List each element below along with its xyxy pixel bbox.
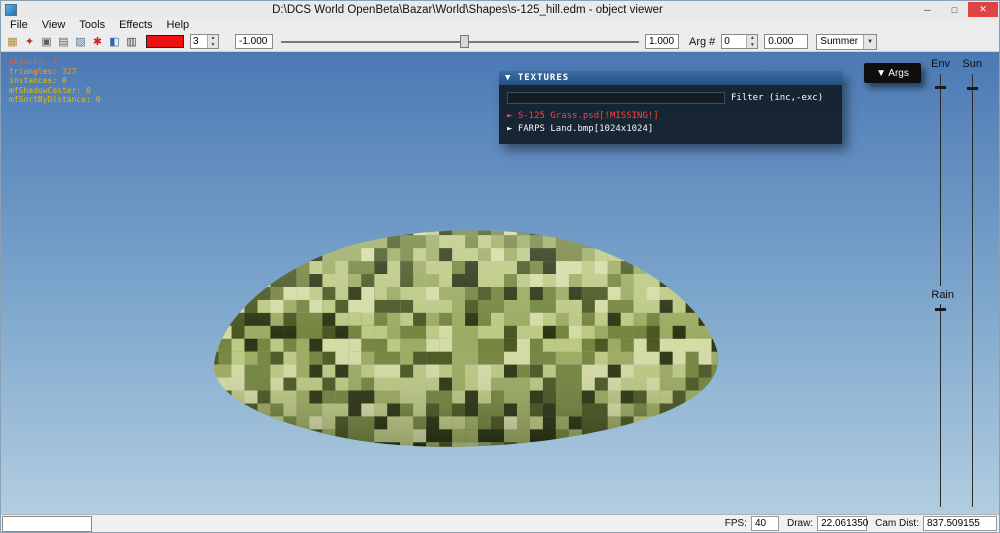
rain-slider-track[interactable] (940, 304, 941, 507)
args-button[interactable]: ▼ Args (864, 63, 921, 83)
animation-icon[interactable]: ✦ (21, 34, 38, 49)
draw-value: 22.061350 (817, 516, 868, 531)
spinner-down-icon[interactable]: ▼ (208, 41, 218, 48)
season-dropdown[interactable]: Summer ▼ (816, 33, 878, 50)
animation-slider[interactable] (281, 34, 639, 49)
speed-spinner-value[interactable]: 3 (191, 35, 207, 48)
texture-filter-label: Filter (inc,-exc) (731, 93, 824, 103)
menu-help[interactable]: Help (160, 19, 197, 31)
menu-tools[interactable]: Tools (72, 19, 112, 31)
draw-label: Draw: (786, 518, 814, 529)
env-slider-track[interactable] (940, 74, 941, 286)
arg-number-value[interactable]: 0 (722, 35, 746, 48)
grid-icon[interactable]: ▤ (55, 34, 72, 49)
arg-number-spinner[interactable]: 0 ▲ ▼ (721, 34, 759, 49)
arg-value-field[interactable] (764, 34, 809, 49)
viewport[interactable]: objects: 1 triangles: 327 instances: 0 m… (1, 52, 999, 514)
spinner-down-icon[interactable]: ▼ (747, 41, 758, 48)
sun-label: Sun (962, 58, 982, 70)
debug-line: triangles: 327 (9, 66, 77, 76)
close-button[interactable]: ✕ (968, 2, 998, 17)
display-icon[interactable]: ◧ (106, 34, 123, 49)
cam-dist-value: 837.509155 (923, 516, 997, 531)
titlebar[interactable]: D:\DCS World OpenBeta\Bazar\World\Shapes… (1, 1, 999, 18)
debug-overlay: objects: 1 triangles: 327 instances: 0 m… (9, 57, 101, 105)
fps-label: FPS: (724, 518, 747, 529)
season-selected-value: Summer (820, 36, 859, 47)
color-swatch[interactable] (146, 35, 184, 48)
debug-line: objects: 1 (9, 57, 58, 66)
object-viewer-window: D:\DCS World OpenBeta\Bazar\World\Shapes… (0, 0, 1000, 533)
status-command-input[interactable] (2, 515, 92, 532)
env-slider-thumb[interactable] (935, 86, 946, 89)
textures-panel: ▼ TEXTURES Filter (inc,-exc) ► S-125 Gra… (499, 71, 842, 144)
texture-filter-input[interactable] (507, 92, 725, 104)
minimize-button[interactable]: ─ (914, 2, 941, 17)
screenshot-icon[interactable]: ▣ (38, 34, 55, 49)
env-label: Env (931, 58, 950, 70)
debug-line: mfSortByDistance: 0 (9, 95, 101, 104)
maximize-button[interactable]: □ (941, 2, 968, 17)
cam-dist-label: Cam Dist: (875, 518, 919, 529)
statusbar: FPS: 40 Draw: 22.061350 Cam Dist: 837.50… (1, 514, 999, 532)
speed-spinner[interactable]: 3 ▲ ▼ (190, 34, 219, 49)
textures-panel-header[interactable]: ▼ TEXTURES (499, 71, 842, 85)
debug-line: instances: 0 (9, 76, 67, 85)
debug-line: mfShadowCaster: 0 (9, 85, 91, 95)
toolbar: ▦ ✦ ▣ ▤ ▨ ✱ ◧ ▥ 3 ▲ ▼ Arg # 0 ▲ ▼ (1, 32, 999, 52)
fps-value: 40 (750, 516, 779, 531)
texture-list-item[interactable]: ► FARPS Land.bmp[1024x1024] (507, 123, 834, 136)
sun-slider-track[interactable] (972, 74, 973, 507)
window-title: D:\DCS World OpenBeta\Bazar\World\Shapes… (272, 3, 663, 16)
effects-icon[interactable]: ✱ (89, 34, 106, 49)
rain-slider-thumb[interactable] (935, 308, 946, 311)
texture-list-item[interactable]: ► S-125 Grass.psd[!MISSING!] (507, 110, 834, 123)
rain-label: Rain (931, 289, 954, 301)
anim-min-field[interactable] (235, 34, 273, 49)
sun-slider-thumb[interactable] (967, 87, 978, 90)
textures-panel-body: Filter (inc,-exc) ► S-125 Grass.psd[!MIS… (499, 85, 842, 144)
arg-number-label: Arg # (689, 35, 716, 48)
menu-effects[interactable]: Effects (112, 19, 159, 31)
menu-view[interactable]: View (35, 19, 73, 31)
camera-icon[interactable]: ▥ (123, 34, 140, 49)
app-icon (5, 3, 17, 16)
chevron-down-icon[interactable]: ▼ (863, 34, 877, 49)
animation-slider-thumb[interactable] (460, 35, 469, 48)
texture-icon[interactable]: ▨ (72, 34, 89, 49)
menubar: File View Tools Effects Help (1, 18, 999, 32)
open-model-icon[interactable]: ▦ (4, 34, 21, 49)
hill-shading (213, 230, 719, 447)
environment-controls: Env Sun Rain (914, 52, 999, 514)
anim-max-field[interactable] (645, 34, 679, 49)
menu-file[interactable]: File (3, 19, 35, 31)
